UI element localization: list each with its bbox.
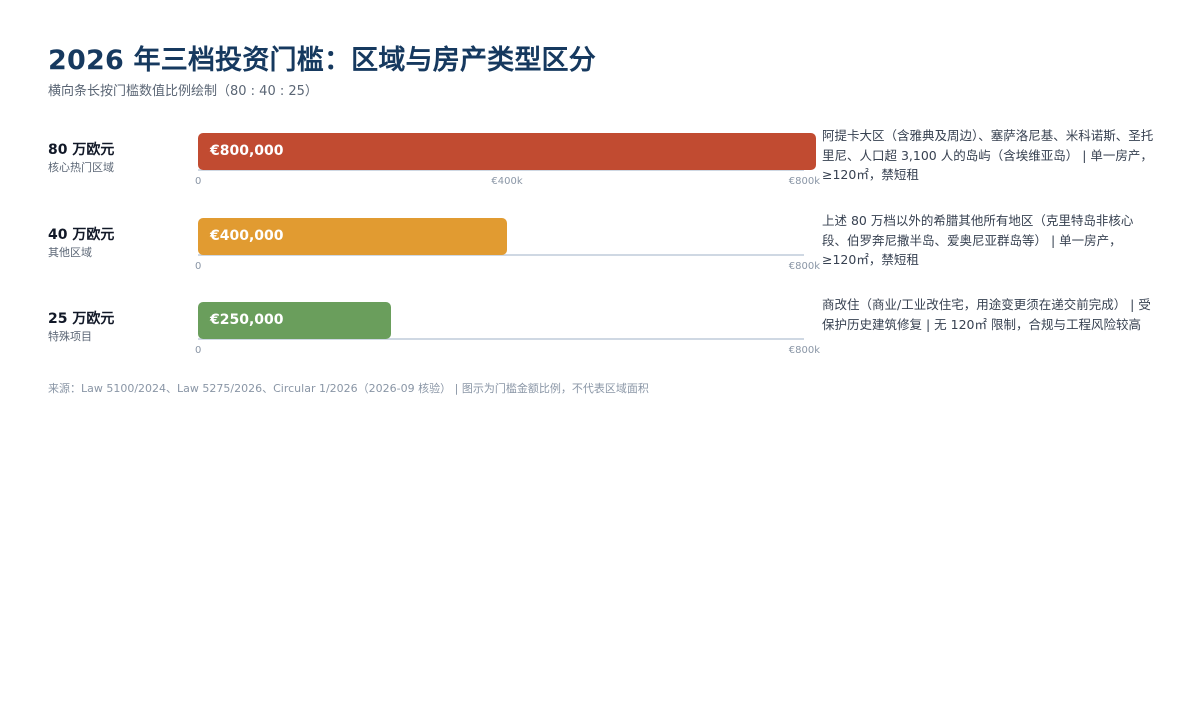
source-footnote: 来源：Law 5100/2024、Law 5275/2026、Circular … — [48, 382, 649, 395]
axis-tick-label: 0 — [195, 176, 202, 187]
tier-row: 80 万欧元 核心热门区域 €800,000 0 €400k €800k 阿提卡大区（含雅典… — [0, 128, 1200, 213]
tier-description: 商改住（商业/工业改住宅，用途变更须在递交前完成） | 受保护历史建筑修复 | … — [822, 297, 1151, 332]
tier-region-label: 特殊项目 — [48, 330, 92, 343]
bar: €800,000 — [198, 133, 816, 170]
tier-amount-label: 80 万欧元 — [48, 142, 115, 158]
axis-tick-label: €800k — [788, 345, 820, 356]
chart-page: 2026 年三档投资门槛：区域与房产类型区分 横向条长按门槛数值比例绘制（80 … — [0, 0, 1200, 720]
axis-tick-label: 0 — [195, 261, 202, 272]
bar-value-label: €250,000 — [210, 312, 284, 328]
tier-amount-label: 40 万欧元 — [48, 227, 115, 243]
axis-tick-label: 0 — [195, 345, 202, 356]
axis-tick-label: €800k — [788, 176, 820, 187]
bar: €250,000 — [198, 302, 392, 339]
bar-value-label: €400,000 — [210, 228, 284, 244]
tier-description: 阿提卡大区（含雅典及周边）、塞萨洛尼基、米科诺斯、圣托里尼、人口超 3,100 … — [822, 128, 1154, 182]
axis-tick-label: €800k — [788, 261, 820, 272]
tier-amount-label: 25 万欧元 — [48, 311, 115, 327]
tier-region-label: 核心热门区域 — [48, 161, 114, 174]
bar: €400,000 — [198, 218, 507, 255]
tier-region-label: 其他区域 — [48, 246, 92, 259]
tier-row: 25 万欧元 特殊项目 €250,000 0 €800k 商改住（商业/工业改住宅，用途变… — [0, 297, 1200, 382]
tier-description: 上述 80 万档以外的希腊其他所有地区（克里特岛非核心段、伯罗奔尼撒半岛、爱奥尼… — [822, 213, 1134, 267]
axis-tick-label: €400k — [491, 176, 523, 187]
tier-row: 40 万欧元 其他区域 €400,000 0 €800k 上述 80 万档以外的希腊其他所… — [0, 213, 1200, 298]
chart-title: 2026 年三档投资门槛：区域与房产类型区分 — [48, 45, 596, 76]
chart-subtitle: 横向条长按门槛数值比例绘制（80 : 40 : 25） — [48, 84, 318, 99]
bar-value-label: €800,000 — [210, 143, 284, 159]
